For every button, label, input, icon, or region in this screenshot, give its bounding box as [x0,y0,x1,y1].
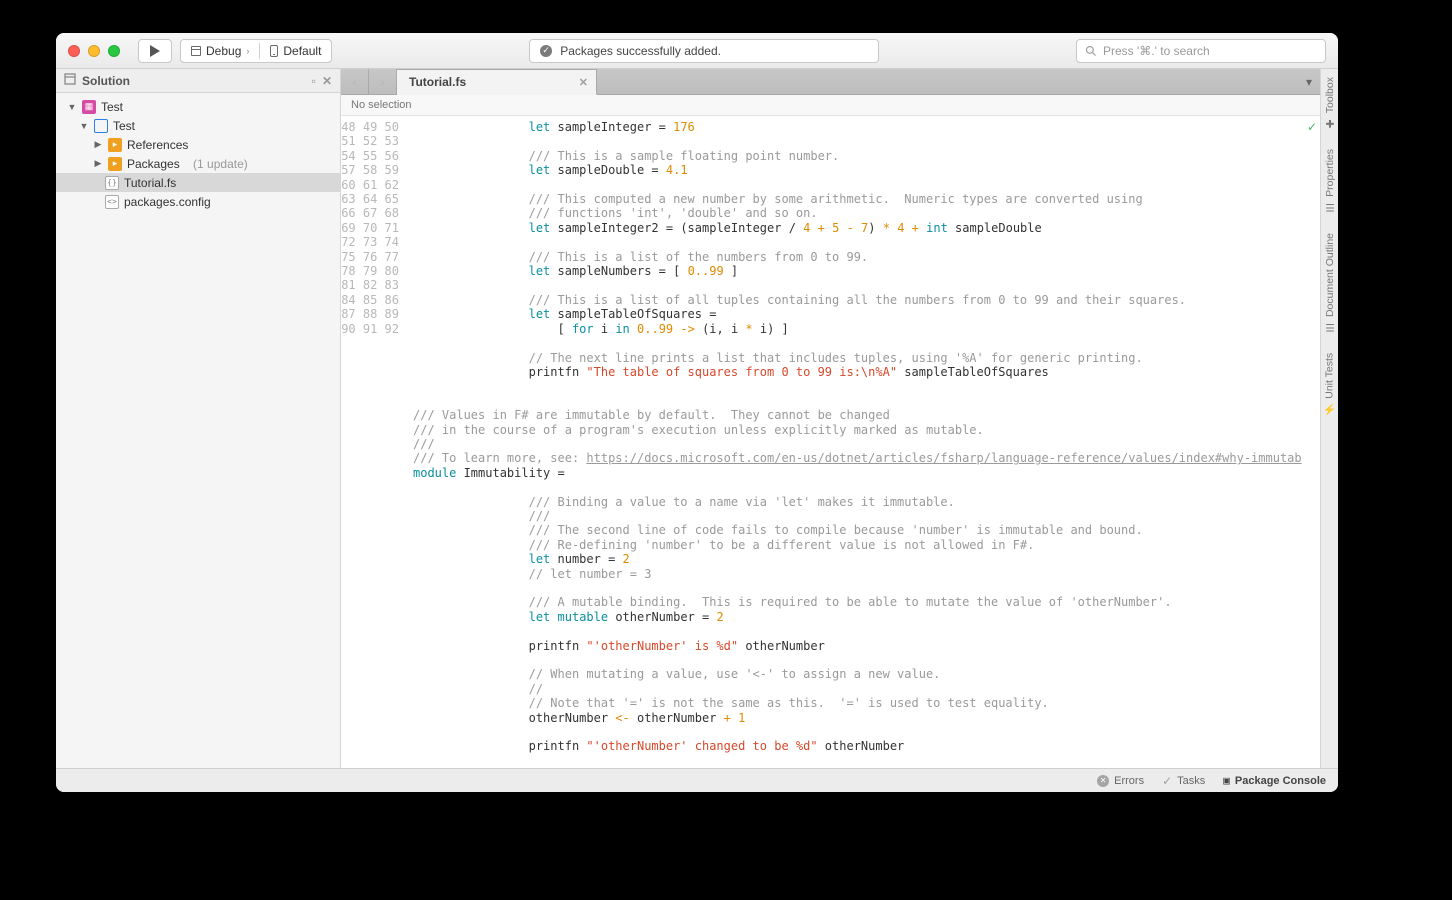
tree-solution-root[interactable]: ▼ ▦ Test [56,97,340,116]
package-console-button[interactable]: ▣ Package Console [1223,774,1326,787]
tab-strip: ‹ › Tutorial.fs ✕ ▾ [341,69,1320,95]
ok-indicator-icon: ✓ [1307,120,1317,134]
check-icon: ✓ [540,45,552,57]
run-config-selector[interactable]: Debug › Default [180,39,332,63]
close-tab-icon[interactable]: ✕ [579,76,588,89]
rail-document-outline[interactable]: ☰Document Outline [1324,233,1336,333]
outline-icon: ☰ [1324,321,1336,333]
tree-label: References [127,138,188,152]
packages-updates-hint: (1 update) [193,157,248,171]
minimize-window-button[interactable] [88,45,100,57]
ide-window: Debug › Default ✓ Packages successfully … [56,33,1338,792]
references-icon: ▸ [108,138,122,152]
fsharp-file-icon: {} [105,176,119,190]
nav-back-button[interactable]: ‹ [341,69,369,94]
target-label: Default [283,44,321,58]
code-editor[interactable]: 48 49 50 51 52 53 54 55 56 57 58 59 60 6… [341,116,1320,768]
target-icon [270,45,278,57]
tree-references[interactable]: ▶ ▸ References [56,135,340,154]
chevron-down-icon[interactable]: ▼ [67,102,77,112]
packages-icon: ▸ [108,157,122,171]
status-bar: ✕ Errors ✓ Tasks ▣ Package Console [56,768,1338,792]
play-icon [150,45,160,57]
breadcrumb-text: No selection [351,99,412,111]
main-body: Solution ▫ ✕ ▼ ▦ Test ▼ Test [56,69,1338,768]
solution-sidebar: Solution ▫ ✕ ▼ ▦ Test ▼ Test [56,69,341,768]
rail-unit-tests[interactable]: ⚡Unit Tests [1323,353,1336,416]
tree-file-packages-config[interactable]: <> packages.config [56,192,340,211]
tree-label: Test [113,119,135,133]
config-icon [191,46,201,56]
tab-label: Tutorial.fs [409,75,466,89]
project-icon [94,119,108,133]
tree-file-tutorial[interactable]: {} Tutorial.fs [56,173,340,192]
rail-properties[interactable]: ☰Properties [1324,149,1336,213]
rail-toolbox[interactable]: ✚Toolbox [1324,77,1336,129]
toolbox-icon: ✚ [1324,117,1336,129]
pad-close-icon[interactable]: ✕ [322,74,332,88]
unit-tests-icon: ⚡ [1323,403,1336,416]
right-pad-rail: ✚Toolbox ☰Properties ☰Document Outline ⚡… [1320,69,1338,768]
tree-label: Tutorial.fs [124,176,176,190]
code-content[interactable]: let sampleInteger = 176 /// This is a sa… [413,116,1320,768]
solution-tree: ▼ ▦ Test ▼ Test ▶ ▸ References [56,93,340,215]
titlebar: Debug › Default ✓ Packages successfully … [56,33,1338,69]
config-file-icon: <> [105,195,119,209]
error-icon: ✕ [1097,775,1109,787]
config-segment[interactable]: Debug › [181,44,259,58]
window-controls [68,45,120,57]
terminal-icon: ▣ [1223,774,1230,787]
tree-project[interactable]: ▼ Test [56,116,340,135]
tree-label: packages.config [124,195,211,209]
target-segment[interactable]: Default [260,44,331,58]
pad-dock-icon[interactable]: ▫ [312,74,316,88]
zoom-window-button[interactable] [108,45,120,57]
nav-forward-button[interactable]: › [369,69,397,94]
line-gutter: 48 49 50 51 52 53 54 55 56 57 58 59 60 6… [341,116,413,768]
tree-label: Test [101,100,123,114]
solution-title: Solution [82,74,130,88]
tree-label: Packages [127,157,180,171]
properties-icon: ☰ [1324,201,1336,213]
chevron-right-icon: › [246,46,249,56]
errors-button[interactable]: ✕ Errors [1097,775,1144,787]
editor-column: ‹ › Tutorial.fs ✕ ▾ No selection 48 49 5… [341,69,1320,768]
check-icon: ✓ [1162,774,1172,788]
chevron-right-icon[interactable]: ▶ [93,158,103,169]
editor-tab-active[interactable]: Tutorial.fs ✕ [397,69,597,95]
solution-icon: ▦ [82,100,96,114]
chevron-right-icon[interactable]: ▶ [93,139,103,150]
search-icon [1085,45,1097,57]
tree-packages[interactable]: ▶ ▸ Packages (1 update) [56,154,340,173]
pad-icon [64,73,76,88]
solution-header[interactable]: Solution ▫ ✕ [56,69,340,93]
search-placeholder: Press '⌘.' to search [1103,44,1210,58]
status-text: Packages successfully added. [560,44,721,58]
tasks-button[interactable]: ✓ Tasks [1162,774,1205,788]
close-window-button[interactable] [68,45,80,57]
config-label: Debug [206,44,241,58]
status-pill: ✓ Packages successfully added. [529,39,879,63]
run-button[interactable] [138,39,172,63]
tab-overflow-button[interactable]: ▾ [1298,69,1320,94]
breadcrumb-bar[interactable]: No selection [341,95,1320,116]
chevron-down-icon[interactable]: ▼ [79,121,89,131]
global-search[interactable]: Press '⌘.' to search [1076,39,1326,63]
